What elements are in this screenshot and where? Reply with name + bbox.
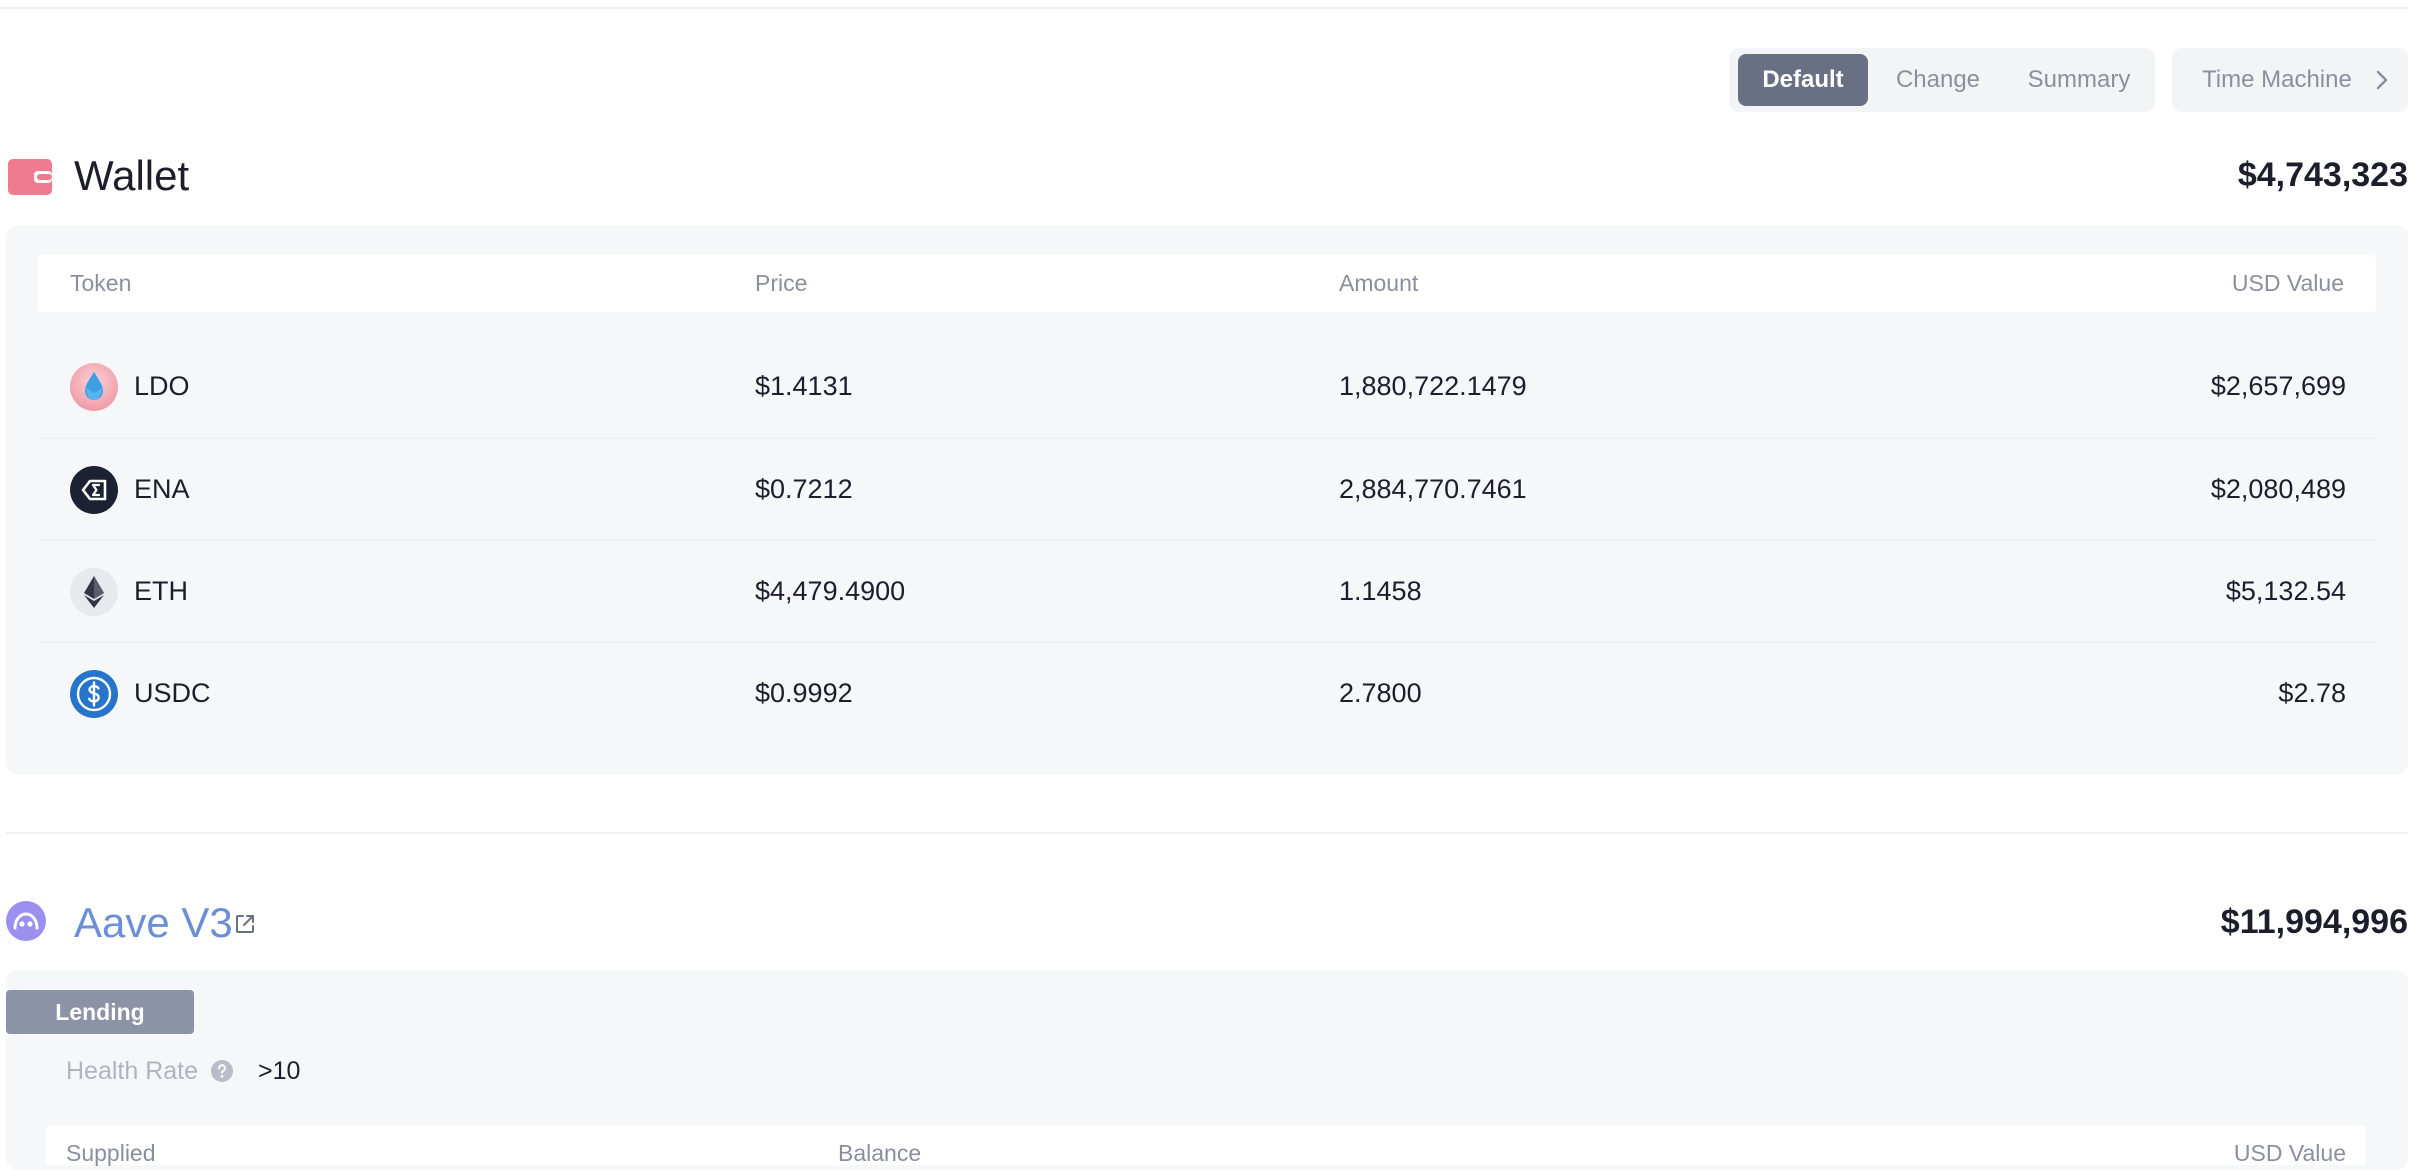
health-rate-label: Health Rate [66, 1057, 199, 1085]
aave-icon [6, 901, 46, 941]
token-amount: 1.1458 [1339, 576, 1422, 606]
usd-value-column-header: USD Value [2231, 270, 2344, 296]
default-view-button[interactable]: Default [1738, 54, 1868, 106]
lending-tag: Lending [6, 990, 194, 1034]
token-amount: 2.7800 [1339, 678, 1422, 708]
help-icon[interactable] [210, 1059, 234, 1083]
usd-value-column-header: USD Value [2233, 1140, 2346, 1166]
token-name: LDO [134, 371, 190, 401]
token-name: ENA [134, 474, 190, 504]
aave-total: $11,994,996 [2220, 903, 2408, 941]
ldo-token-icon [70, 363, 118, 411]
token-name: USDC [134, 678, 211, 708]
table-row[interactable]: USDC $0.9992 2.7800 $2.78 [40, 642, 2376, 744]
section-divider [6, 832, 2408, 834]
ena-token-icon [70, 466, 118, 514]
aave-title[interactable]: Aave V3 [74, 902, 233, 944]
wallet-title: Wallet [74, 152, 190, 199]
table-row[interactable]: ETH $4,479.4900 1.1458 $5,132.54 [40, 540, 2376, 642]
eth-token-icon [70, 568, 118, 616]
token-price: $0.7212 [755, 474, 853, 504]
token-price: $4,479.4900 [755, 576, 906, 606]
chevron-right-icon [2376, 70, 2388, 90]
wallet-icon [8, 159, 52, 195]
token-price: $0.9992 [755, 678, 853, 708]
token-name: ETH [134, 576, 188, 606]
external-link-icon[interactable] [234, 913, 256, 935]
supplied-table-header: Supplied Balance USD Value [46, 1125, 2366, 1165]
token-amount: 2,884,770.7461 [1339, 474, 1527, 504]
time-machine-label: Time Machine [2202, 66, 2352, 93]
token-price: $1.4131 [755, 371, 853, 401]
balance-column-header: Balance [838, 1140, 922, 1166]
amount-column-header: Amount [1339, 270, 1419, 296]
supplied-column-header: Supplied [66, 1140, 156, 1166]
token-amount: 1,880,722.1479 [1339, 371, 1527, 401]
token-usd-value: $2,080,489 [2210, 474, 2346, 504]
wallet-table-header: Token Price Amount USD Value [38, 255, 2376, 312]
token-usd-value: $2.78 [2278, 678, 2346, 708]
change-view-button[interactable]: Change [1877, 54, 1999, 106]
view-toggle: Default Change Summary [1729, 48, 2155, 112]
wallet-total: $4,743,323 [2237, 156, 2408, 194]
table-row[interactable]: ENA $0.7212 2,884,770.7461 $2,080,489 [40, 438, 2376, 540]
token-usd-value: $2,657,699 [2210, 371, 2346, 401]
table-row[interactable]: LDO $1.4131 1,880,722.1479 $2,657,699 [40, 335, 2376, 437]
health-rate-value: >10 [258, 1057, 301, 1085]
top-divider [0, 7, 2408, 9]
token-column-header: Token [70, 270, 132, 296]
summary-view-button[interactable]: Summary [2009, 54, 2149, 106]
token-usd-value: $5,132.54 [2225, 576, 2346, 606]
usdc-token-icon [70, 670, 118, 718]
time-machine-button[interactable]: Time Machine [2172, 48, 2408, 112]
price-column-header: Price [755, 270, 808, 296]
